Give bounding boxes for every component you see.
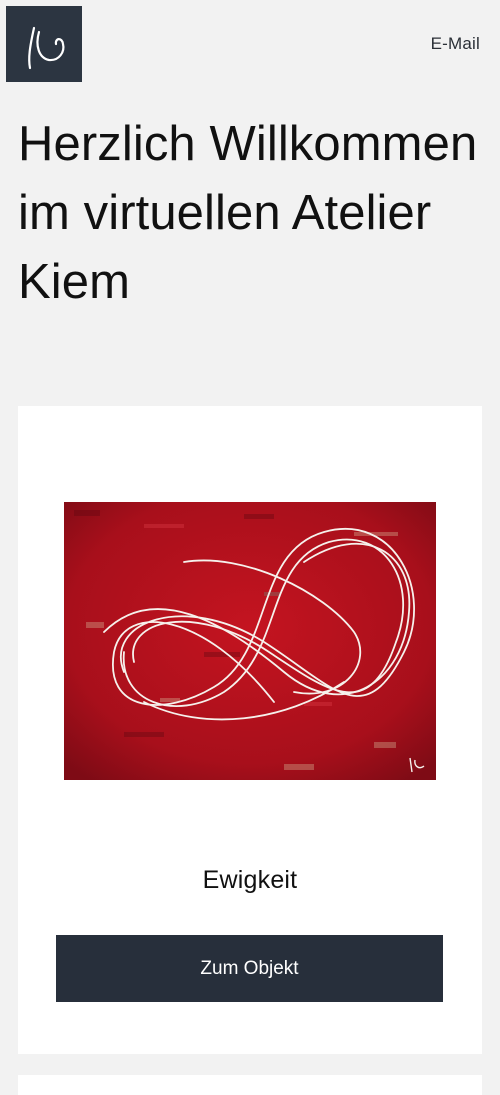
- artwork-title: Ewigkeit: [202, 866, 298, 894]
- page-title: Herzlich Willkommen im virtuellen Atelie…: [18, 117, 478, 309]
- site-header: E-Mail: [0, 0, 500, 96]
- view-object-button[interactable]: Zum Objekt: [56, 935, 443, 1002]
- email-link[interactable]: E-Mail: [431, 34, 480, 54]
- signature-k-logo-icon: [28, 26, 65, 70]
- artwork-image[interactable]: [64, 502, 436, 780]
- logo[interactable]: [6, 6, 82, 82]
- next-artwork-card: [18, 1075, 482, 1095]
